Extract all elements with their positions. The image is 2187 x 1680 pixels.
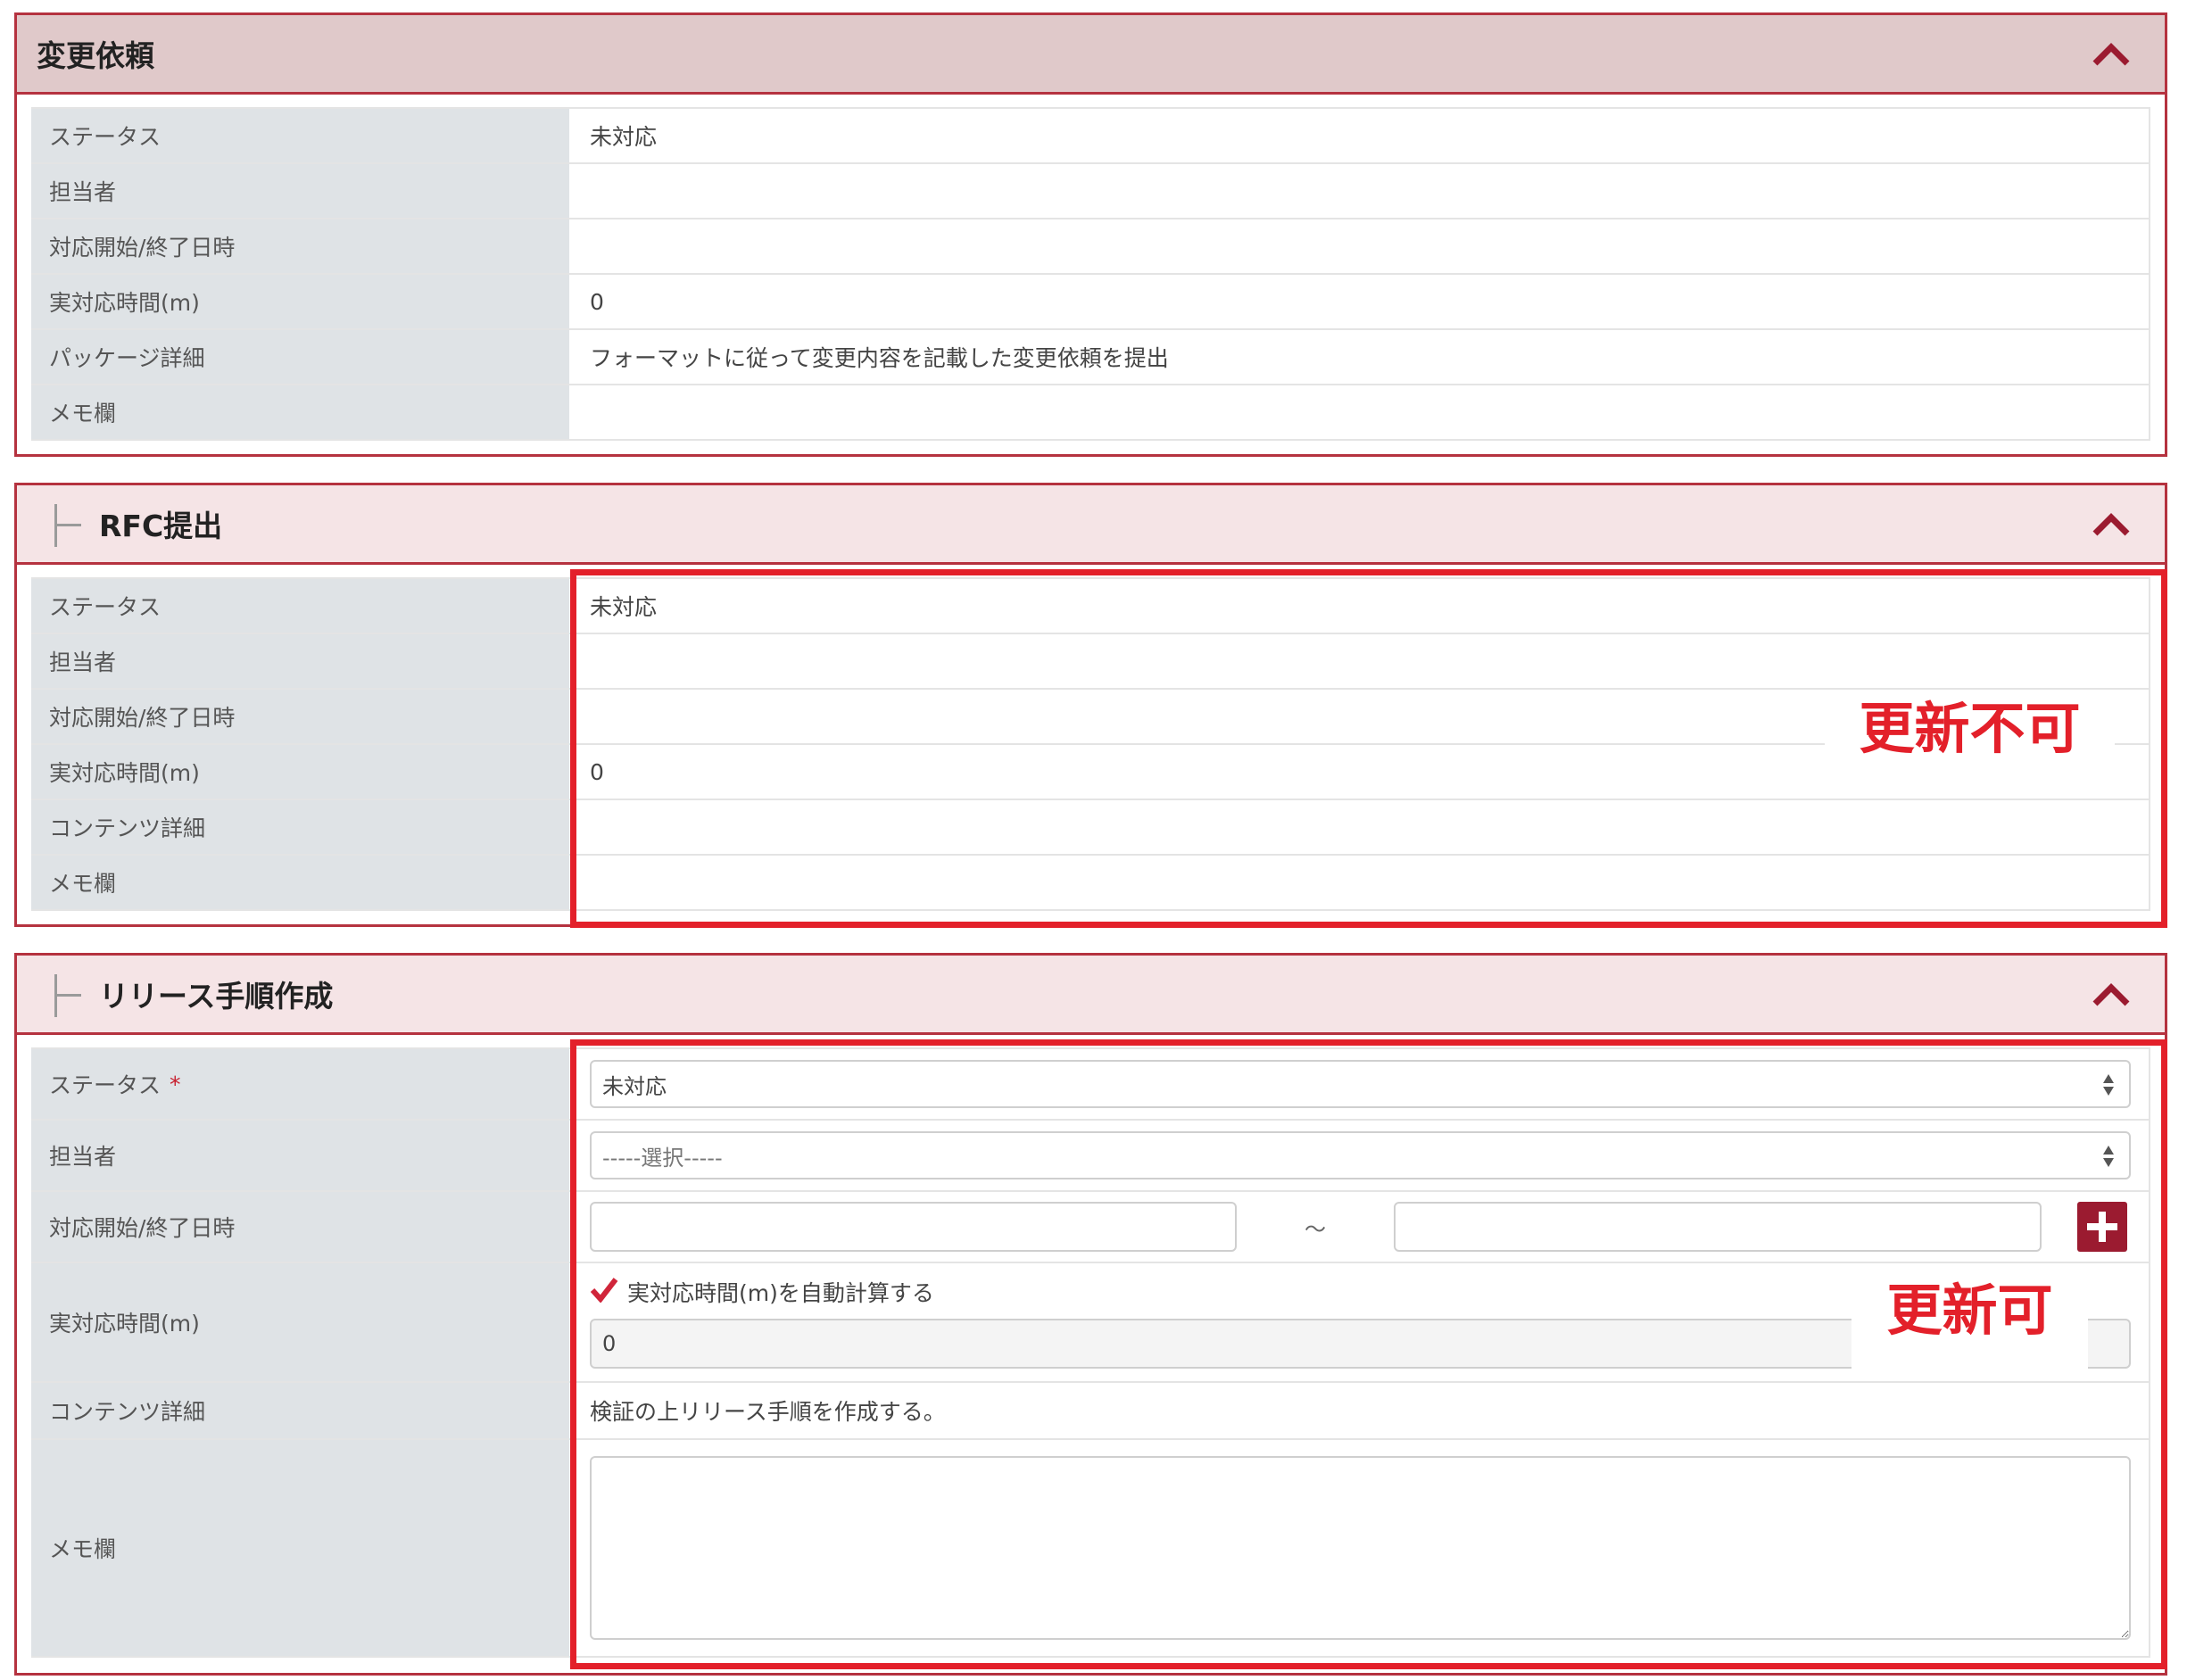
row-label: メモ欄 — [31, 856, 572, 909]
row-label: 担当者 — [31, 1121, 572, 1190]
row-label: 実対応時間(m) — [31, 745, 572, 799]
annotation-readonly: 更新不可 — [1825, 692, 2115, 767]
table-row: 対応開始/終了日時 ～ — [31, 1192, 2150, 1263]
select-arrows-icon — [2102, 1072, 2115, 1103]
edit-form: ステータス * 未対応 担当者 -----選択----- 対応開始/終了日時 ～… — [17, 1035, 2165, 1667]
table-row: ステータス 未対応 — [31, 577, 2150, 634]
range-separator: ～ — [1305, 1216, 1326, 1242]
auto-calc-checkbox[interactable]: 実対応時間(m)を自動計算する — [590, 1276, 934, 1308]
row-value — [572, 385, 2150, 439]
row-label: 対応開始/終了日時 — [31, 1192, 572, 1262]
panel-header[interactable]: リリース手順作成 — [17, 956, 2165, 1035]
row-label: 実対応時間(m) — [31, 275, 572, 328]
row-label: 対応開始/終了日時 — [31, 690, 572, 743]
row-label: メモ欄 — [31, 385, 572, 439]
row-value: フォーマットに従って変更内容を記載した変更依頼を提出 — [572, 330, 2150, 384]
table-row: メモ欄 — [31, 1440, 2150, 1658]
memo-textarea[interactable] — [590, 1456, 2131, 1640]
select-arrows-icon — [2102, 1144, 2115, 1174]
table-row: ステータス * 未対応 — [31, 1047, 2150, 1121]
table-row: パッケージ詳細 フォーマットに従って変更内容を記載した変更依頼を提出 — [31, 330, 2150, 385]
panel-title: リリース手順作成 — [99, 979, 334, 1014]
tree-branch-icon — [38, 484, 87, 564]
row-label: コンテンツ詳細 — [31, 1383, 572, 1438]
row-value — [572, 800, 2150, 854]
table-row: 対応開始/終了日時 — [31, 219, 2150, 275]
row-value — [572, 219, 2150, 273]
panel-header[interactable]: 変更依頼 — [17, 15, 2165, 95]
chevron-up-icon[interactable] — [2090, 509, 2133, 541]
row-label: コンテンツ詳細 — [31, 800, 572, 854]
row-value — [572, 634, 2150, 688]
row-label: 担当者 — [31, 164, 572, 218]
table-row: 実対応時間(m) 0 — [31, 275, 2150, 330]
status-selected-value: 未対応 — [602, 1073, 667, 1099]
table-row: メモ欄 — [31, 385, 2150, 441]
row-value — [572, 856, 2150, 909]
end-datetime-input[interactable] — [1394, 1202, 2042, 1252]
add-period-button[interactable] — [2077, 1202, 2127, 1252]
panel-title: 変更依頼 — [37, 38, 154, 73]
row-label: ステータス — [31, 579, 572, 633]
row-value: 検証の上リリース手順を作成する。 — [572, 1383, 2150, 1438]
detail-table: ステータス 未対応 担当者 対応開始/終了日時 実対応時間(m) 0 パッケージ… — [17, 95, 2165, 450]
assignee-select[interactable]: -----選択----- — [590, 1131, 2131, 1179]
table-row: コンテンツ詳細 — [31, 800, 2150, 856]
row-label: 対応開始/終了日時 — [31, 219, 572, 273]
row-label: 担当者 — [31, 634, 572, 688]
row-label: 実対応時間(m) — [31, 1263, 572, 1381]
table-row: 担当者 -----選択----- — [31, 1121, 2150, 1192]
table-row: コンテンツ詳細 検証の上リリース手順を作成する。 — [31, 1383, 2150, 1440]
table-row: 実対応時間(m) 実対応時間(m)を自動計算する — [31, 1263, 2150, 1383]
row-label: メモ欄 — [31, 1440, 572, 1656]
status-select[interactable]: 未対応 — [590, 1060, 2131, 1108]
panel-title: RFC提出 — [99, 509, 223, 543]
panel-release-procedure: リリース手順作成 ステータス * 未対応 担当者 -----選択----- 対応… — [14, 953, 2167, 1676]
row-label: ステータス * — [31, 1049, 572, 1119]
required-mark: * — [170, 1071, 181, 1097]
row-value: 未対応 — [572, 109, 2150, 162]
row-value: -----選択----- — [572, 1121, 2150, 1190]
status-label: ステータス — [49, 1072, 162, 1098]
tree-branch-icon — [38, 955, 87, 1034]
row-value — [572, 164, 2150, 218]
table-row: 担当者 — [31, 634, 2150, 690]
row-value — [572, 1440, 2150, 1656]
chevron-up-icon[interactable] — [2090, 38, 2133, 70]
row-value: ～ — [572, 1192, 2150, 1262]
checkmark-icon — [590, 1276, 618, 1308]
panel-change-request: 変更依頼 ステータス 未対応 担当者 対応開始/終了日時 実対応時間(m) 0 … — [14, 12, 2167, 457]
row-value: 0 — [572, 275, 2150, 328]
row-value: 未対応 — [572, 1049, 2150, 1119]
row-label: ステータス — [31, 109, 572, 162]
annotation-editable: 更新可 — [1851, 1265, 2088, 1370]
table-row: 担当者 — [31, 164, 2150, 219]
table-row: ステータス 未対応 — [31, 107, 2150, 164]
row-label: パッケージ詳細 — [31, 330, 572, 384]
panel-header[interactable]: RFC提出 — [17, 485, 2165, 565]
start-datetime-input[interactable] — [590, 1202, 1237, 1252]
chevron-up-icon[interactable] — [2090, 979, 2133, 1011]
table-row: メモ欄 — [31, 856, 2150, 911]
assignee-selected-value: -----選択----- — [602, 1145, 723, 1171]
row-value: 未対応 — [572, 579, 2150, 633]
auto-calc-label: 実対応時間(m)を自動計算する — [627, 1280, 934, 1306]
